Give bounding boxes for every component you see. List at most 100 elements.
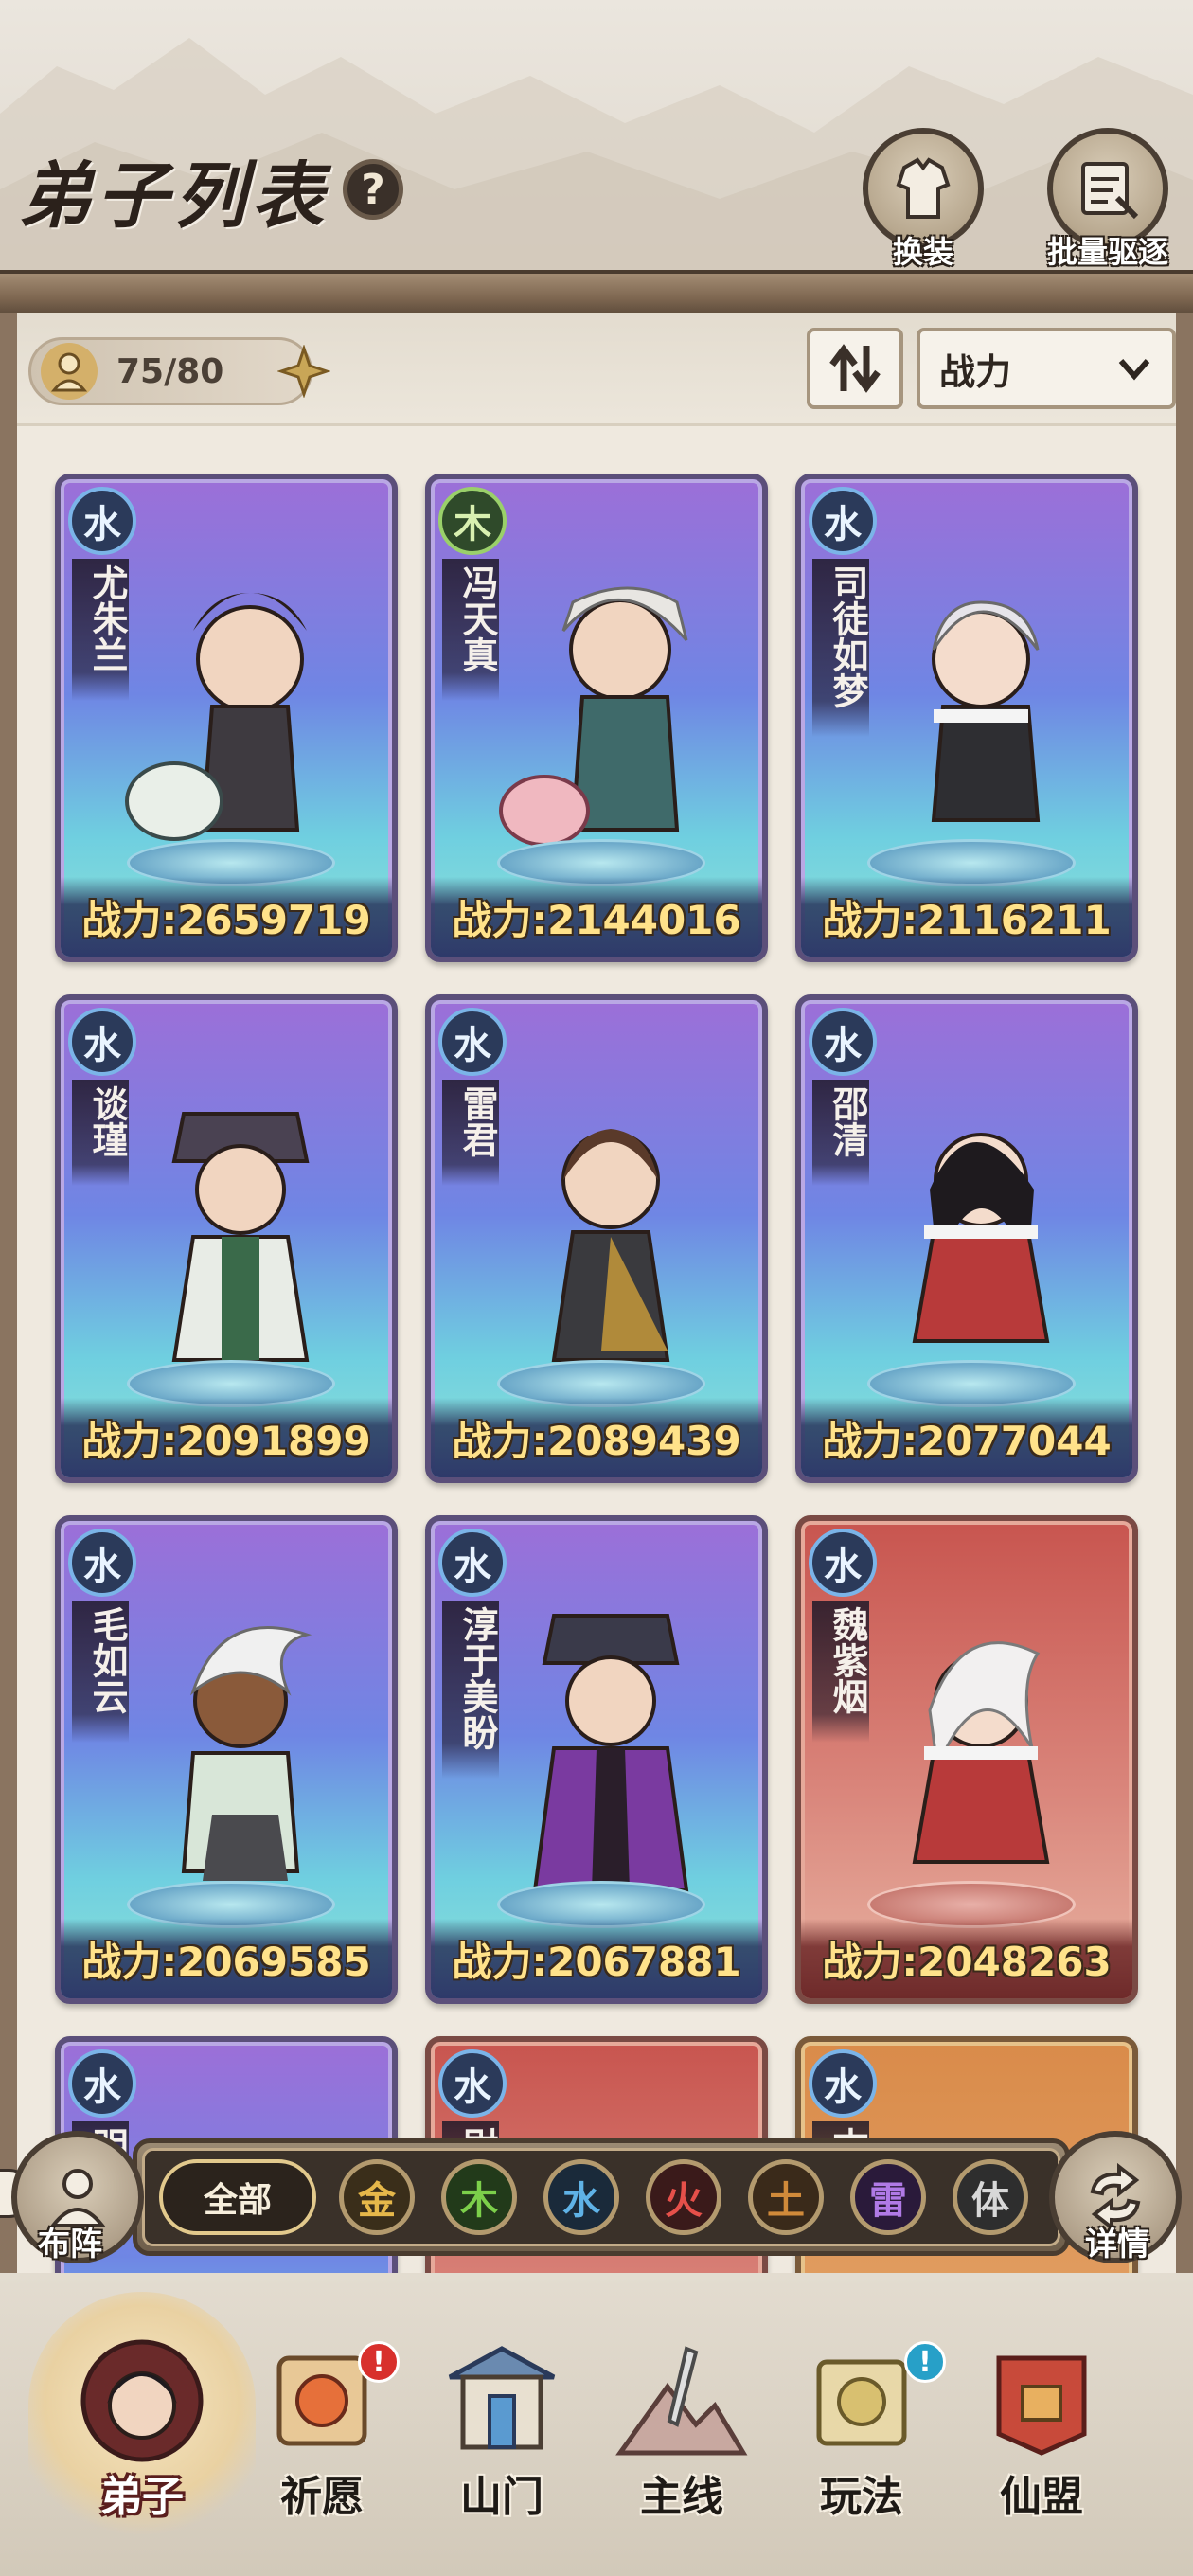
- disciple-capacity: 75/80: [28, 337, 330, 405]
- nav-disciples[interactable]: 弟子: [52, 2330, 232, 2529]
- nav-sect-gate-label: 山门: [460, 2473, 543, 2521]
- power-bar: 战力:2069585: [61, 1919, 392, 1998]
- nav-alliance[interactable]: 仙盟: [952, 2330, 1131, 2529]
- wood-element-badge: 木: [438, 487, 507, 555]
- water-element-badge: 水: [68, 2049, 136, 2118]
- disciple-card[interactable]: 水 邵清 战力:2077044: [795, 994, 1138, 1483]
- disciple-power: 战力:2659719: [81, 896, 371, 943]
- nav-alliance-label: 仙盟: [1000, 2473, 1083, 2521]
- add-capacity-button[interactable]: [277, 345, 330, 398]
- disciple-power: 战力:2048263: [822, 1938, 1112, 1985]
- disciple-name: 冯天真: [442, 559, 499, 701]
- power-bar: 战力:2048263: [801, 1919, 1132, 1998]
- page-title: 弟子列表: [19, 153, 329, 238]
- wish-alert-badge: !: [358, 2341, 400, 2383]
- filter-fire[interactable]: 火: [646, 2159, 721, 2235]
- filter-body[interactable]: 体: [953, 2159, 1028, 2235]
- disciple-power: 战力:2077044: [822, 1417, 1112, 1464]
- nav-gameplay-label: 玩法: [820, 2473, 903, 2521]
- water-element-badge: 水: [809, 487, 877, 555]
- character-figure: [117, 1559, 364, 1928]
- sort-arrows-icon: [829, 344, 881, 393]
- power-bar: 战力:2091899: [61, 1398, 392, 1477]
- gameplay-alert-badge: !: [904, 2341, 946, 2383]
- nav-main-quest[interactable]: 主线: [592, 2330, 772, 2529]
- disciple-icon: [41, 343, 98, 400]
- water-element-badge: 水: [438, 1008, 507, 1076]
- character-figure: [858, 517, 1104, 886]
- help-button[interactable]: ?: [343, 159, 403, 220]
- water-element-badge: 水: [438, 2049, 507, 2118]
- disciple-power: 战力:2091899: [81, 1417, 371, 1464]
- power-bar: 战力:2067881: [431, 1919, 762, 1998]
- outfit-label: 换装: [892, 234, 953, 270]
- filter-water[interactable]: 水: [543, 2159, 619, 2235]
- nav-sect-gate[interactable]: 山门: [412, 2330, 592, 2529]
- water-element-badge: 水: [68, 487, 136, 555]
- formation-label: 布阵: [38, 2226, 102, 2263]
- disciple-power: 战力:2116211: [822, 896, 1112, 943]
- character-figure: [858, 1559, 1104, 1928]
- disciple-name: 毛如云: [72, 1601, 129, 1743]
- sort-select-value: 战力: [939, 350, 1012, 393]
- disciple-name: 魏紫烟: [812, 1601, 869, 1743]
- water-element-badge: 水: [809, 1008, 877, 1076]
- filter-all-button[interactable]: 全部: [159, 2159, 316, 2235]
- page-header: 弟子列表 ?: [19, 133, 403, 246]
- water-element-badge: 水: [68, 1529, 136, 1597]
- capacity-count: 75/80: [116, 351, 224, 391]
- power-bar: 战力:2077044: [801, 1398, 1132, 1477]
- character-figure: [488, 1559, 734, 1928]
- disciple-name: 淳于美盼: [442, 1601, 499, 1779]
- disciple-card[interactable]: 水 司徒如梦 战力:2116211: [795, 474, 1138, 962]
- sort-select[interactable]: 战力: [917, 328, 1176, 409]
- filter-earth[interactable]: 土: [748, 2159, 824, 2235]
- water-element-badge: 水: [438, 1529, 507, 1597]
- disciple-name: 邵清: [812, 1080, 869, 1186]
- character-figure: [117, 517, 364, 886]
- character-figure: [488, 1038, 734, 1407]
- power-bar: 战力:2116211: [801, 877, 1132, 957]
- nav-wish-label: 祈愿: [280, 2473, 364, 2521]
- filter-thunder[interactable]: 雷: [850, 2159, 926, 2235]
- disciple-portrait-icon: [71, 2330, 213, 2472]
- gate-icon: [431, 2330, 573, 2472]
- plus-icon: [277, 345, 330, 398]
- nav-disciples-label: 弟子: [100, 2473, 184, 2521]
- details-label: 详情: [1085, 2226, 1149, 2263]
- water-element-badge: 水: [809, 2049, 877, 2118]
- power-bar: 战力:2144016: [431, 877, 762, 957]
- disciple-card[interactable]: 水 雷君 战力:2089439: [425, 994, 768, 1483]
- power-bar: 战力:2659719: [61, 877, 392, 957]
- character-figure: [488, 517, 734, 886]
- filter-wood[interactable]: 木: [441, 2159, 517, 2235]
- batch-dismiss-label: 批量驱逐: [1046, 234, 1168, 270]
- disciple-power: 战力:2067881: [452, 1938, 741, 1985]
- disciple-card[interactable]: 木 冯天真 战力:2144016: [425, 474, 768, 962]
- nav-main-quest-label: 主线: [640, 2473, 723, 2521]
- character-figure: [858, 1038, 1104, 1407]
- disciple-name: 司徒如梦: [812, 559, 869, 737]
- filter-metal[interactable]: 金: [339, 2159, 415, 2235]
- disciple-power: 战力:2089439: [452, 1417, 741, 1464]
- disciple-name: 雷君: [442, 1080, 499, 1186]
- water-element-badge: 水: [809, 1529, 877, 1597]
- outfit-button[interactable]: 换装: [857, 128, 989, 272]
- disciple-name: 尤朱兰: [72, 559, 129, 701]
- disciple-power: 战力:2144016: [452, 896, 741, 943]
- alliance-banner-icon: [970, 2330, 1113, 2472]
- chevron-down-icon: [1118, 359, 1150, 381]
- disciple-card[interactable]: 水 谈瑾 战力:2091899: [55, 994, 398, 1483]
- disciple-card[interactable]: 水 淳于美盼 战力:2067881: [425, 1515, 768, 2004]
- batch-dismiss-button[interactable]: 批量驱逐: [1042, 128, 1174, 272]
- water-element-badge: 水: [68, 1008, 136, 1076]
- sort-order-button[interactable]: [807, 328, 903, 409]
- disciple-card[interactable]: 水 尤朱兰 战力:2659719: [55, 474, 398, 962]
- power-bar: 战力:2089439: [431, 1398, 762, 1477]
- disciple-card[interactable]: 水 毛如云 战力:2069585: [55, 1515, 398, 2004]
- disciple-name: 谈瑾: [72, 1080, 129, 1186]
- disciple-power: 战力:2069585: [81, 1938, 371, 1985]
- disciple-card[interactable]: 水 魏紫烟 战力:2048263: [795, 1515, 1138, 2004]
- sword-mountain-icon: [611, 2330, 753, 2472]
- character-figure: [117, 1038, 364, 1407]
